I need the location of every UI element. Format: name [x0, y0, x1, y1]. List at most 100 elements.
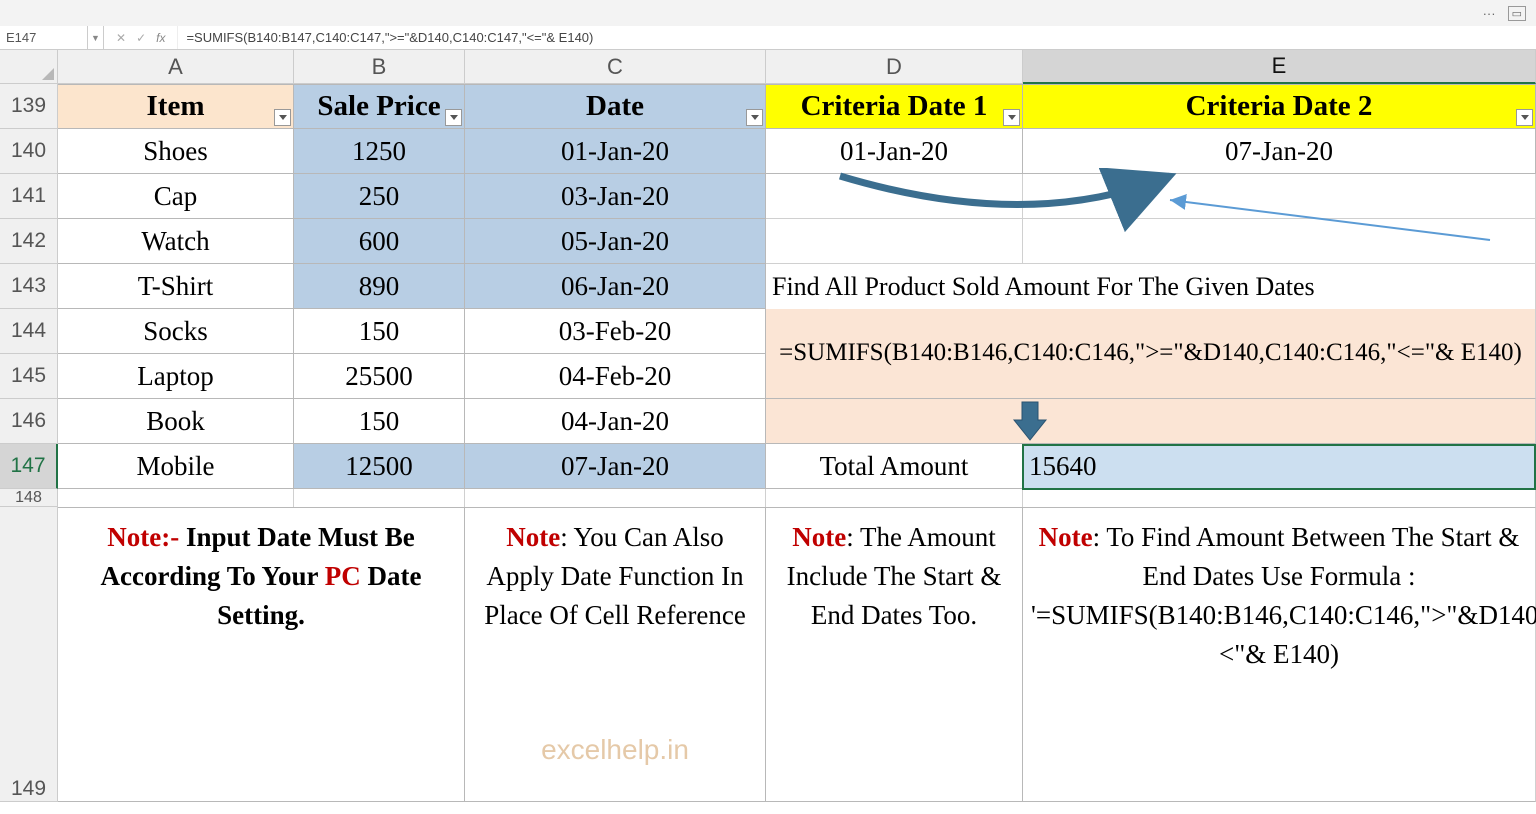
cell-total-value[interactable]: 15640 [1023, 444, 1536, 489]
row-header[interactable]: 143 [0, 264, 58, 309]
cell-date[interactable]: 01-Jan-20 [465, 129, 766, 174]
filter-icon[interactable] [746, 109, 763, 126]
row-header[interactable]: 145 [0, 354, 58, 399]
header-item[interactable]: Item [58, 84, 294, 129]
formula-bar: E147 ▼ ✕ ✓ fx =SUMIFS(B140:B147,C140:C14… [0, 26, 1536, 50]
watermark: excelhelp.in [541, 730, 689, 771]
cell[interactable] [58, 489, 294, 507]
note-c[interactable]: Note: You Can Also Apply Date Function I… [465, 507, 766, 802]
filter-icon[interactable] [445, 109, 462, 126]
cell-formula-display[interactable]: =SUMIFS(B140:B146,C140:C146,">="&D140,C1… [766, 309, 1536, 399]
row-header[interactable]: 140 [0, 129, 58, 174]
table-row: 146 Book 150 04-Jan-20 [0, 399, 1536, 444]
header-price[interactable]: Sale Price [294, 84, 465, 129]
ribbon-toggle-icon[interactable]: ▭ [1508, 6, 1526, 21]
cell[interactable] [766, 399, 1023, 444]
header-date[interactable]: Date [465, 84, 766, 129]
cell-item[interactable]: Book [58, 399, 294, 444]
table-row: 143 T-Shirt 890 06-Jan-20 Find All Produ… [0, 264, 1536, 309]
row-header[interactable]: 149 [0, 507, 58, 802]
cancel-icon[interactable]: ✕ [116, 31, 126, 45]
cell[interactable] [766, 489, 1023, 507]
table-row: 141 Cap 250 03-Jan-20 [0, 174, 1536, 219]
cell[interactable] [294, 489, 465, 507]
row-header[interactable]: 141 [0, 174, 58, 219]
cell-item[interactable]: Mobile [58, 444, 294, 489]
cell-price[interactable]: 150 [294, 399, 465, 444]
cell-item[interactable]: Socks [58, 309, 294, 354]
cell-price[interactable]: 12500 [294, 444, 465, 489]
cell-item[interactable]: Laptop [58, 354, 294, 399]
column-headers: A B C D E [0, 50, 1536, 84]
cell[interactable] [766, 219, 1023, 264]
note-text: : To Find Amount Between The Start & End… [1031, 522, 1536, 669]
cell[interactable] [766, 174, 1023, 219]
row-header[interactable]: 144 [0, 309, 58, 354]
cell[interactable] [1023, 489, 1536, 507]
note-d[interactable]: Note: The Amount Include The Start & End… [766, 507, 1023, 802]
table-row: 142 Watch 600 05-Jan-20 [0, 219, 1536, 264]
accept-icon[interactable]: ✓ [136, 31, 146, 45]
cell-criteria2[interactable]: 07-Jan-20 [1023, 129, 1536, 174]
cell[interactable] [1023, 219, 1536, 264]
row-header[interactable]: 148 [0, 489, 58, 507]
cell-price[interactable]: 600 [294, 219, 465, 264]
note-e[interactable]: Note: To Find Amount Between The Start &… [1023, 507, 1536, 802]
col-header-e[interactable]: E [1023, 50, 1536, 84]
cell-price[interactable]: 890 [294, 264, 465, 309]
cell[interactable] [1023, 399, 1536, 444]
cell-date[interactable]: 04-Feb-20 [465, 354, 766, 399]
name-box[interactable]: E147 [0, 26, 88, 49]
row-header[interactable]: 146 [0, 399, 58, 444]
col-header-c[interactable]: C [465, 50, 766, 84]
formula-input[interactable]: =SUMIFS(B140:B147,C140:C147,">="&D140,C1… [178, 26, 1536, 49]
cell-item[interactable]: Shoes [58, 129, 294, 174]
cell-date[interactable]: 03-Jan-20 [465, 174, 766, 219]
cell-date[interactable]: 07-Jan-20 [465, 444, 766, 489]
note-a[interactable]: Note:- Input Date Must Be According To Y… [58, 507, 465, 802]
row-header-139[interactable]: 139 [0, 84, 58, 129]
col-header-d[interactable]: D [766, 50, 1023, 84]
filter-icon[interactable] [1003, 109, 1020, 126]
cell-total-label[interactable]: Total Amount [766, 444, 1023, 489]
formula-bar-icons: ✕ ✓ fx [104, 26, 178, 49]
note-label: Note [792, 522, 846, 552]
cell[interactable] [465, 489, 766, 507]
cell-item[interactable]: Cap [58, 174, 294, 219]
cell-price[interactable]: 150 [294, 309, 465, 354]
cell-price[interactable]: 250 [294, 174, 465, 219]
table-row: 144 Socks 150 03-Feb-20 =SUMIFS(B140:B14… [0, 309, 1536, 354]
header-criteria1[interactable]: Criteria Date 1 [766, 84, 1023, 129]
select-all-corner[interactable] [0, 50, 58, 84]
cell-instruction[interactable]: Find All Product Sold Amount For The Giv… [766, 264, 1536, 309]
sheet-area: A B C D E 139 Item Sale Price Date Crite… [0, 50, 1536, 802]
cell-price[interactable]: 1250 [294, 129, 465, 174]
name-box-dropdown-icon[interactable]: ▼ [88, 26, 104, 49]
more-icon[interactable]: ··· [1483, 6, 1496, 21]
cell[interactable] [1023, 174, 1536, 219]
col-header-a[interactable]: A [58, 50, 294, 84]
row-148: 148 [0, 489, 1536, 507]
cell-date[interactable]: 06-Jan-20 [465, 264, 766, 309]
col-header-b[interactable]: B [294, 50, 465, 84]
fx-icon[interactable]: fx [156, 31, 165, 45]
cell-date[interactable]: 04-Jan-20 [465, 399, 766, 444]
titlebar: ··· ▭ [0, 0, 1536, 26]
table-row: 147 Mobile 12500 07-Jan-20 Total Amount … [0, 444, 1536, 489]
row-header[interactable]: 142 [0, 219, 58, 264]
cell-criteria1[interactable]: 01-Jan-20 [766, 129, 1023, 174]
row-header[interactable]: 147 [0, 444, 58, 489]
cell-item[interactable]: T-Shirt [58, 264, 294, 309]
note-label: Note [506, 522, 560, 552]
filter-icon[interactable] [274, 109, 291, 126]
row-149-notes: 149 Note:- Input Date Must Be According … [0, 507, 1536, 802]
cell-date[interactable]: 03-Feb-20 [465, 309, 766, 354]
cell-price[interactable]: 25500 [294, 354, 465, 399]
row-139: 139 Item Sale Price Date Criteria Date 1… [0, 84, 1536, 129]
cell-date[interactable]: 05-Jan-20 [465, 219, 766, 264]
cell-item[interactable]: Watch [58, 219, 294, 264]
note-label: Note [1039, 522, 1093, 552]
filter-icon[interactable] [1516, 109, 1533, 126]
table-row: 140 Shoes 1250 01-Jan-20 01-Jan-20 07-Ja… [0, 129, 1536, 174]
header-criteria2[interactable]: Criteria Date 2 [1023, 84, 1536, 129]
